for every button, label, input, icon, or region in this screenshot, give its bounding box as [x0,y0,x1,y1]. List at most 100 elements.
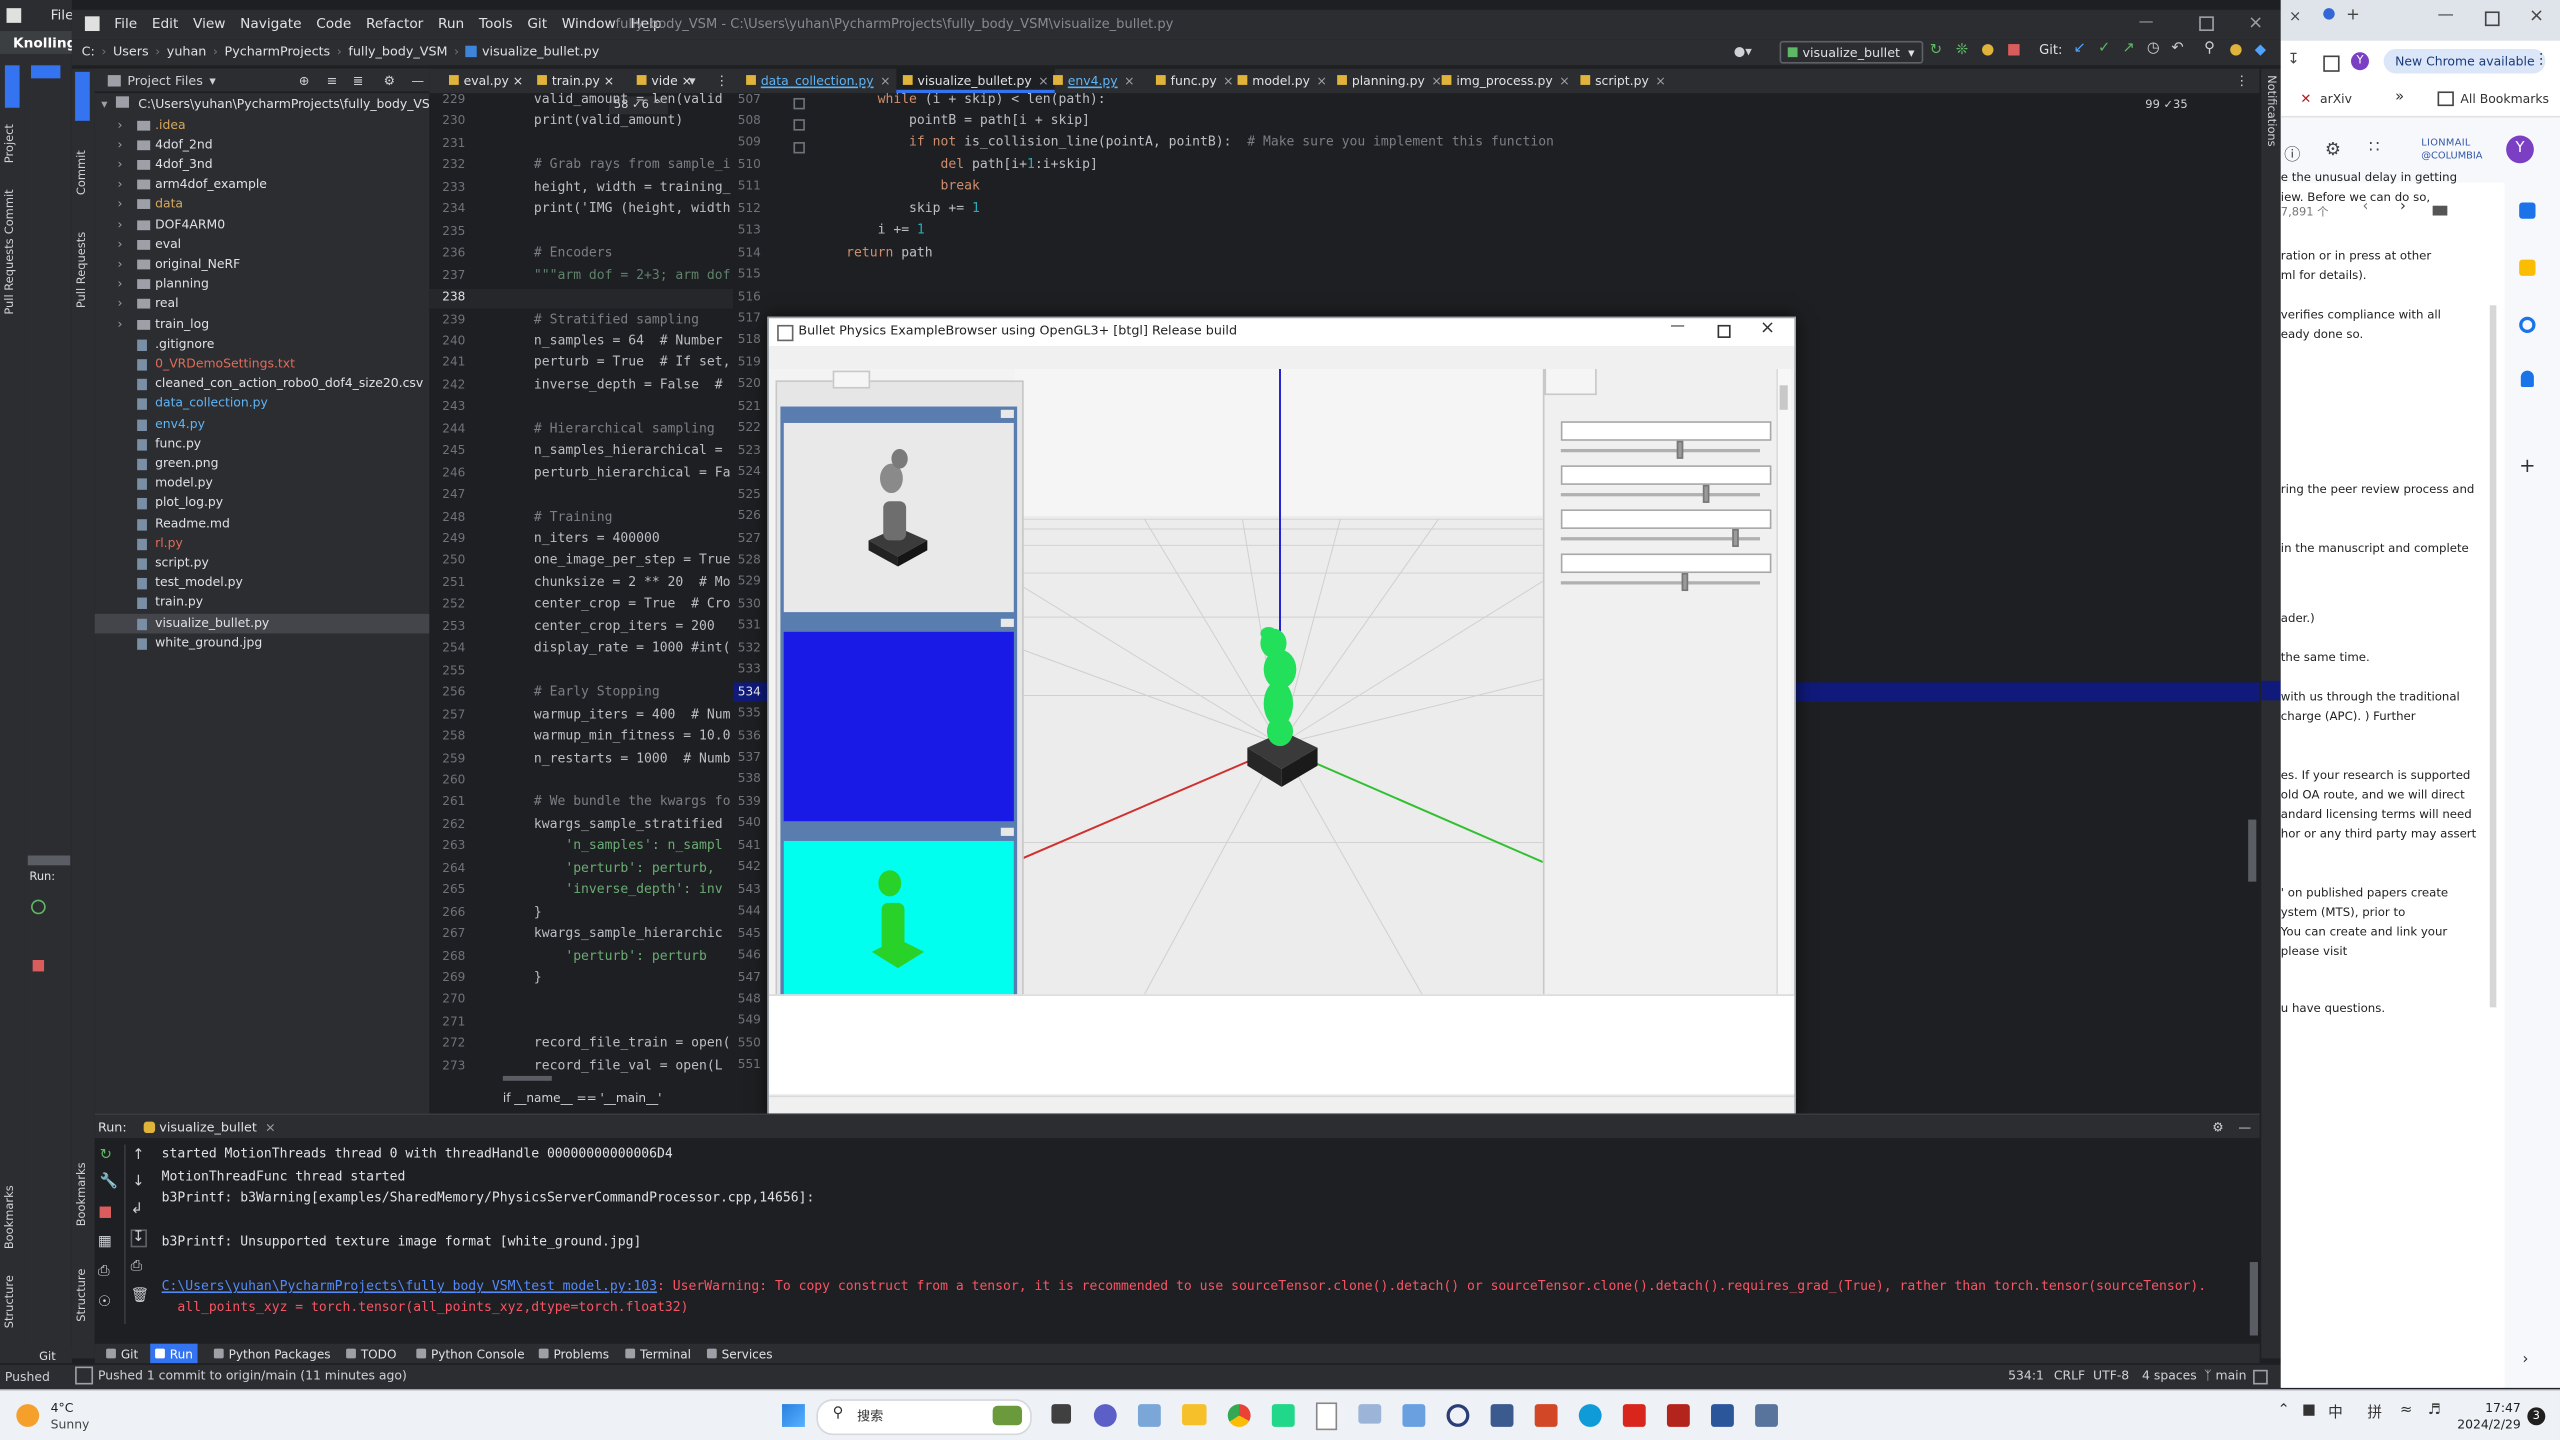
tab-model-py[interactable]: model.py × [1231,69,1333,93]
print-icon[interactable]: ⎙ [131,1259,143,1275]
menu-file[interactable]: File [114,15,137,31]
git-push-icon[interactable]: ↗ [2122,41,2134,57]
tab-visualize-bullet-py[interactable]: visualize_bullet.py × [896,68,1056,94]
user-menu-icon[interactable]: ●▾ [1734,44,1752,59]
profile-avatar[interactable]: Y [2351,52,2369,71]
wifi-icon[interactable]: ≈ [2400,1402,2412,1418]
close-icon[interactable]: × [265,1119,276,1134]
tool-window-icon[interactable] [75,1366,94,1385]
more-icon[interactable]: ⋮ [715,73,728,88]
tab-img-process-py[interactable]: img_process.py × [1435,69,1576,93]
start-icon[interactable] [782,1404,805,1427]
tree-file[interactable]: script.py [95,553,430,573]
scroll-up-icon[interactable]: ↑ [132,1148,144,1164]
jetbrains-ai-icon[interactable]: ◆ [2255,42,2266,58]
tab-close-icon[interactable]: × [880,73,890,88]
run-tab-visualize-bullet[interactable]: visualize_bullet [159,1119,257,1134]
chevron-right-icon[interactable]: › [118,314,123,334]
breadcrumb-item[interactable]: PycharmProjects [225,44,331,59]
run-config-selector[interactable]: visualize_bullet ▾ [1779,40,1923,64]
file-encoding[interactable]: UTF-8 [2093,1368,2129,1383]
updates-icon[interactable] [2230,44,2242,56]
expand-icon[interactable]: › [2522,1352,2528,1368]
project-panel-title[interactable]: Project Files [127,73,203,88]
maximize-icon[interactable] [2484,11,2500,27]
menu-tools[interactable]: Tools [479,15,513,31]
print-icon[interactable]: ⎙ [98,1264,110,1280]
new-tab-icon[interactable]: + [2346,7,2360,25]
clock-date[interactable]: 2024/2/29 [2456,1417,2521,1432]
weather-desc[interactable]: Sunny [51,1417,90,1432]
chrome-icon[interactable] [1227,1404,1251,1427]
tab-train-py[interactable]: train.py × [531,69,621,93]
tree-file[interactable]: cleaned_con_action_robo0_dof4_size20.csv [95,374,430,394]
scroll-down-icon[interactable]: ↓ [132,1174,144,1190]
file-explorer-icon[interactable] [1182,1404,1207,1426]
parameter-slider-track[interactable] [1560,448,1760,453]
bullet-app-icon[interactable] [1358,1404,1382,1424]
parameter-text-field[interactable] [1560,465,1772,485]
taskbar-search[interactable]: ⚲ 搜索 [816,1399,1032,1436]
horizontal-scrollbar[interactable] [502,1075,552,1081]
fold-marker[interactable] [793,97,805,110]
bottom-tab-terminal[interactable]: Terminal [620,1344,695,1365]
pull-requests-tool-label[interactable]: Pull Requests [3,238,16,314]
tree-folder[interactable]: › 4dof_2nd [95,135,430,155]
help-icon[interactable]: ⓘ [2284,140,2300,165]
tasks-icon[interactable] [2519,316,2536,334]
tree-file[interactable]: Readme.md [95,513,430,533]
tree-folder[interactable]: › 4dof_3nd [95,155,430,175]
tree-folder[interactable]: › eval [95,235,430,255]
photos-icon[interactable] [1137,1404,1161,1427]
menu-code[interactable]: Code [316,15,351,31]
coverage-icon[interactable] [1982,44,1994,56]
obs-icon[interactable] [1446,1404,1470,1427]
cursor-position[interactable]: 534:1 [2008,1368,2044,1383]
account-avatar[interactable]: Y [2506,135,2534,164]
menu-refactor[interactable]: Refactor [366,15,423,31]
minimize-icon[interactable]: — [2438,7,2454,25]
tree-file[interactable]: plot_log.py [95,494,430,514]
menu-navigate[interactable]: Navigate [240,15,301,31]
chevron-right-icon[interactable]: › [118,135,123,155]
keyboard-icon[interactable] [2432,205,2448,216]
parameter-slider-thumb[interactable] [1681,573,1688,592]
tree-file[interactable]: .gitignore [95,334,430,354]
rerun-icon[interactable]: ↻ [1930,42,1942,58]
panel-tab[interactable] [832,370,871,389]
parameter-text-field[interactable] [1560,421,1772,441]
minimize-icon[interactable]: — [2139,15,2154,31]
volume-icon[interactable]: ♬ [2428,1402,2441,1418]
notifications-tool-label[interactable]: Notifications [2264,75,2277,147]
calendar-icon[interactable] [2519,202,2536,219]
console-scroll-thumb[interactable] [2249,1262,2258,1336]
collapse-icon[interactable] [1000,827,1014,836]
tree-file[interactable]: func.py [95,434,430,454]
bottom-tab-todo[interactable]: TODO [341,1344,401,1365]
lock-icon[interactable] [2253,1369,2268,1385]
hide-icon[interactable]: — [2238,1119,2251,1134]
rollback-icon[interactable]: ↶ [2171,41,2183,57]
debug-icon[interactable]: ❊ [1956,42,1968,58]
scroll-thumb[interactable] [2248,819,2257,882]
tree-folder[interactable]: › .idea [95,115,430,135]
tree-folder[interactable]: › planning [95,274,430,294]
fold-marker[interactable] [793,119,805,131]
weather-temp[interactable]: 4°C [51,1401,74,1416]
collapse-icon[interactable] [1000,409,1014,418]
inner-structure-label[interactable]: Structure [75,1269,88,1322]
structure-tool-label[interactable]: Structure [3,1275,16,1328]
tab-planning-py[interactable]: planning.py × [1331,69,1449,93]
scroll-to-end-icon[interactable]: ↧ [130,1229,147,1248]
tree-folder[interactable]: › original_NeRF [95,255,430,275]
bottom-tab-services[interactable]: Services [702,1344,777,1365]
tree-file[interactable]: green.png [95,454,430,474]
project-active-indicator[interactable] [75,71,90,121]
document-icon[interactable] [1315,1402,1338,1431]
close-icon[interactable]: × [2529,5,2544,26]
breadcrumb-item[interactable]: fully_body_VSM [348,44,447,59]
chevron-right-icon[interactable]: › [118,294,123,314]
tree-file[interactable]: train.py [95,593,430,613]
parameters-scrollbar[interactable] [1776,368,1792,995]
inner-pull-requests-label[interactable]: Pull Requests [75,232,88,308]
